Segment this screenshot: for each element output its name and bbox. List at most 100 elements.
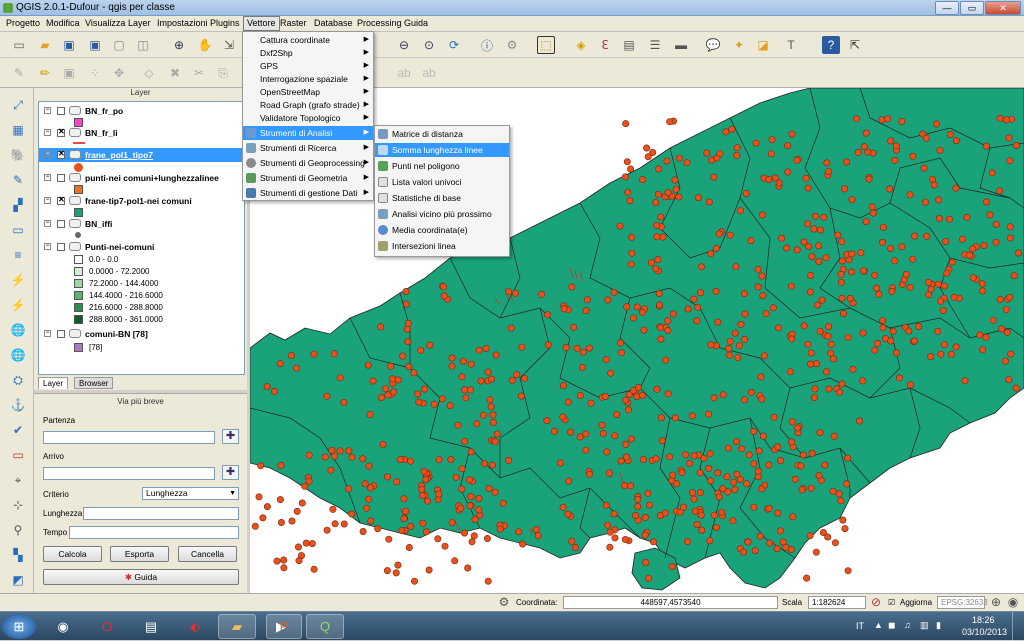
menu-impostazioni[interactable]: Impostazioni	[157, 18, 208, 28]
calculate-button[interactable]: Calcola	[43, 546, 102, 562]
menu-vettore[interactable]: Vettore	[243, 16, 280, 31]
text-annotation-icon[interactable]: T	[782, 36, 800, 54]
edits-icon[interactable]: ✎	[10, 64, 28, 82]
language-indicator[interactable]: IT	[856, 621, 864, 631]
add-postgis-layer-icon[interactable]: 🐘	[8, 146, 28, 164]
menu-item-gps[interactable]: GPS ▶	[243, 59, 373, 73]
field-calculator-icon[interactable]: ℇ	[596, 36, 614, 54]
volume-icon[interactable]: ♫	[904, 620, 911, 630]
menu-item-lista-valori-univoci[interactable]: Lista valori univoci	[375, 175, 509, 189]
new-print-composer-icon[interactable]: ▢	[110, 36, 128, 54]
menu-item-strumenti-gestione-dati[interactable]: Strumenti di gestione Dati ▶	[243, 186, 373, 200]
acrobat-taskbar-icon[interactable]: ⬖	[176, 614, 214, 639]
close-button[interactable]: ✕	[985, 1, 1021, 15]
add-raster-layer-icon[interactable]: ▦	[8, 121, 28, 139]
gps-icon[interactable]: ⚲	[8, 521, 28, 539]
clock-date[interactable]: 03/10/2013	[962, 627, 1007, 637]
explorer-taskbar-icon[interactable]: ▰	[218, 614, 256, 639]
node-tool-icon[interactable]: ◇	[140, 64, 158, 82]
menu-item-intersezioni-linea[interactable]: Intersezioni linea	[375, 239, 509, 253]
menu-item-matrice-distanza[interactable]: Matrice di distanza	[375, 127, 509, 141]
menu-item-punti-nel-poligono[interactable]: Punti nel poligono	[375, 159, 509, 173]
menu-item-analisi-vicino[interactable]: Analisi vicino più prossimo	[375, 207, 509, 221]
pick-end-button[interactable]: ✚	[222, 465, 239, 480]
expand-icon[interactable]: −	[44, 107, 51, 114]
new-bookmark-icon[interactable]: ✦	[730, 36, 748, 54]
attribute-table-icon[interactable]: ▤	[620, 36, 638, 54]
delete-selected-icon[interactable]: ✖	[166, 64, 184, 82]
menu-item-cattura-coordinate[interactable]: Cattura coordinate ▶	[243, 33, 373, 47]
label-pin-icon[interactable]: ab	[420, 64, 438, 82]
remove-layer-icon[interactable]: ▭	[8, 446, 28, 464]
tray-app-icon[interactable]: ◼	[888, 620, 895, 631]
stop-render-icon[interactable]: ⊘	[868, 594, 884, 610]
new-project-icon[interactable]: ▭	[10, 36, 28, 54]
minimize-button[interactable]: —	[935, 1, 959, 15]
layer-row[interactable]: − BN_fr_li	[39, 126, 245, 140]
clear-button[interactable]: Cancella	[178, 546, 237, 562]
identify-icon[interactable]: ⓘ	[478, 36, 496, 54]
power-icon[interactable]: ▮	[936, 620, 941, 631]
move-feature-icon[interactable]: ✥	[110, 64, 128, 82]
select-by-expression-icon[interactable]: ◈	[572, 36, 590, 54]
menu-raster[interactable]: Raster	[280, 18, 307, 28]
menu-progetto[interactable]: Progetto	[6, 18, 40, 28]
opera-taskbar-icon[interactable]: O	[88, 614, 126, 639]
criterion-select[interactable]: Lunghezza ▼	[142, 487, 239, 500]
maximize-button[interactable]: ▭	[960, 1, 984, 15]
raster-terrain-icon[interactable]: ◩	[8, 571, 28, 589]
toggle-editing-icon[interactable]: ✏	[36, 64, 54, 82]
layer-checkbox[interactable]	[57, 243, 65, 251]
start-input[interactable]	[43, 431, 215, 444]
georeferencer-icon[interactable]: ▚	[8, 546, 28, 564]
expand-icon[interactable]: −	[44, 151, 51, 158]
action-icon[interactable]: ⚙	[503, 36, 521, 54]
layer-row[interactable]: − comuni-BN [78]	[39, 327, 245, 341]
add-wfs2-layer-icon[interactable]: 🌐	[8, 346, 28, 364]
expand-icon[interactable]: −	[44, 243, 51, 250]
add-wfs-layer-icon[interactable]: 🌐	[8, 321, 28, 339]
start-button[interactable]: ⊞	[2, 614, 36, 639]
layer-row[interactable]: − punti-nei comuni+lunghezzalinee	[39, 171, 245, 185]
menu-item-somma-lunghezza-linee[interactable]: Somma lunghezza linee	[375, 143, 509, 157]
show-hidden-icons-icon[interactable]: ▲	[874, 620, 883, 630]
expand-icon[interactable]: −	[44, 129, 51, 136]
layer-checkbox[interactable]	[57, 330, 65, 338]
pan-to-selection-icon[interactable]: ⇲	[220, 36, 238, 54]
add-spatialite-layer-icon[interactable]: ✎	[8, 171, 28, 189]
tab-layer[interactable]: Layer	[38, 377, 69, 389]
menu-database[interactable]: Database	[314, 18, 353, 28]
layer-checkbox[interactable]	[57, 195, 65, 205]
show-bookmarks-icon[interactable]: ◪	[754, 36, 772, 54]
add-delimited-text-icon[interactable]: ≡	[8, 246, 28, 264]
layer-row[interactable]: − Punti-nei-comuni	[39, 240, 245, 254]
select-features-icon[interactable]: ⬚	[537, 36, 555, 54]
add-vector-layer-icon[interactable]: ⤢	[8, 96, 28, 114]
help-button[interactable]: ✱ Guida	[43, 569, 239, 585]
layer-row[interactable]: − BN_iffi	[39, 217, 245, 231]
menu-item-strumenti-geometria[interactable]: Strumenti di Geometria ▶	[243, 171, 373, 185]
refresh-icon[interactable]: ⟳	[445, 36, 463, 54]
label-abc-icon[interactable]: ab	[395, 64, 413, 82]
menu-item-dxf2shp[interactable]: Dxf2Shp ▶	[243, 46, 373, 60]
menu-item-openstreetmap[interactable]: OpenStreetMap ▶	[243, 85, 373, 99]
map-tips-icon[interactable]: 💬	[704, 36, 722, 54]
qgis-taskbar-icon[interactable]: Q	[306, 614, 344, 639]
node-snap-icon[interactable]: ⊹	[8, 496, 28, 514]
save-as-icon[interactable]: ▣	[86, 36, 104, 54]
layer-checkbox[interactable]	[57, 127, 65, 137]
save-edits-icon[interactable]: ▣	[60, 64, 78, 82]
chrome-taskbar-icon[interactable]: ◉	[44, 614, 82, 639]
add-oracle-layer-icon[interactable]: ▭	[8, 221, 28, 239]
menu-item-strumenti-analisi[interactable]: Strumenti di Analisi ▶	[243, 126, 373, 140]
zoom-out-icon[interactable]: ⊖	[395, 36, 413, 54]
new-shapefile-icon[interactable]: ⚓	[8, 396, 28, 414]
menu-item-road-graph[interactable]: Road Graph (grafo strade) ▶	[243, 98, 373, 112]
menu-item-strumenti-ricerca[interactable]: Strumenti di Ricerca ▶	[243, 141, 373, 155]
layer-row-selected[interactable]: − frane_pol1_tipo7	[39, 148, 245, 162]
expand-icon[interactable]: −	[44, 174, 51, 181]
menu-item-media-coordinata[interactable]: Media coordinata(e)	[375, 223, 509, 237]
expand-icon[interactable]: −	[44, 220, 51, 227]
layer-checkbox[interactable]	[57, 174, 65, 182]
add-wms-layer-icon[interactable]: ⚡	[8, 271, 28, 289]
